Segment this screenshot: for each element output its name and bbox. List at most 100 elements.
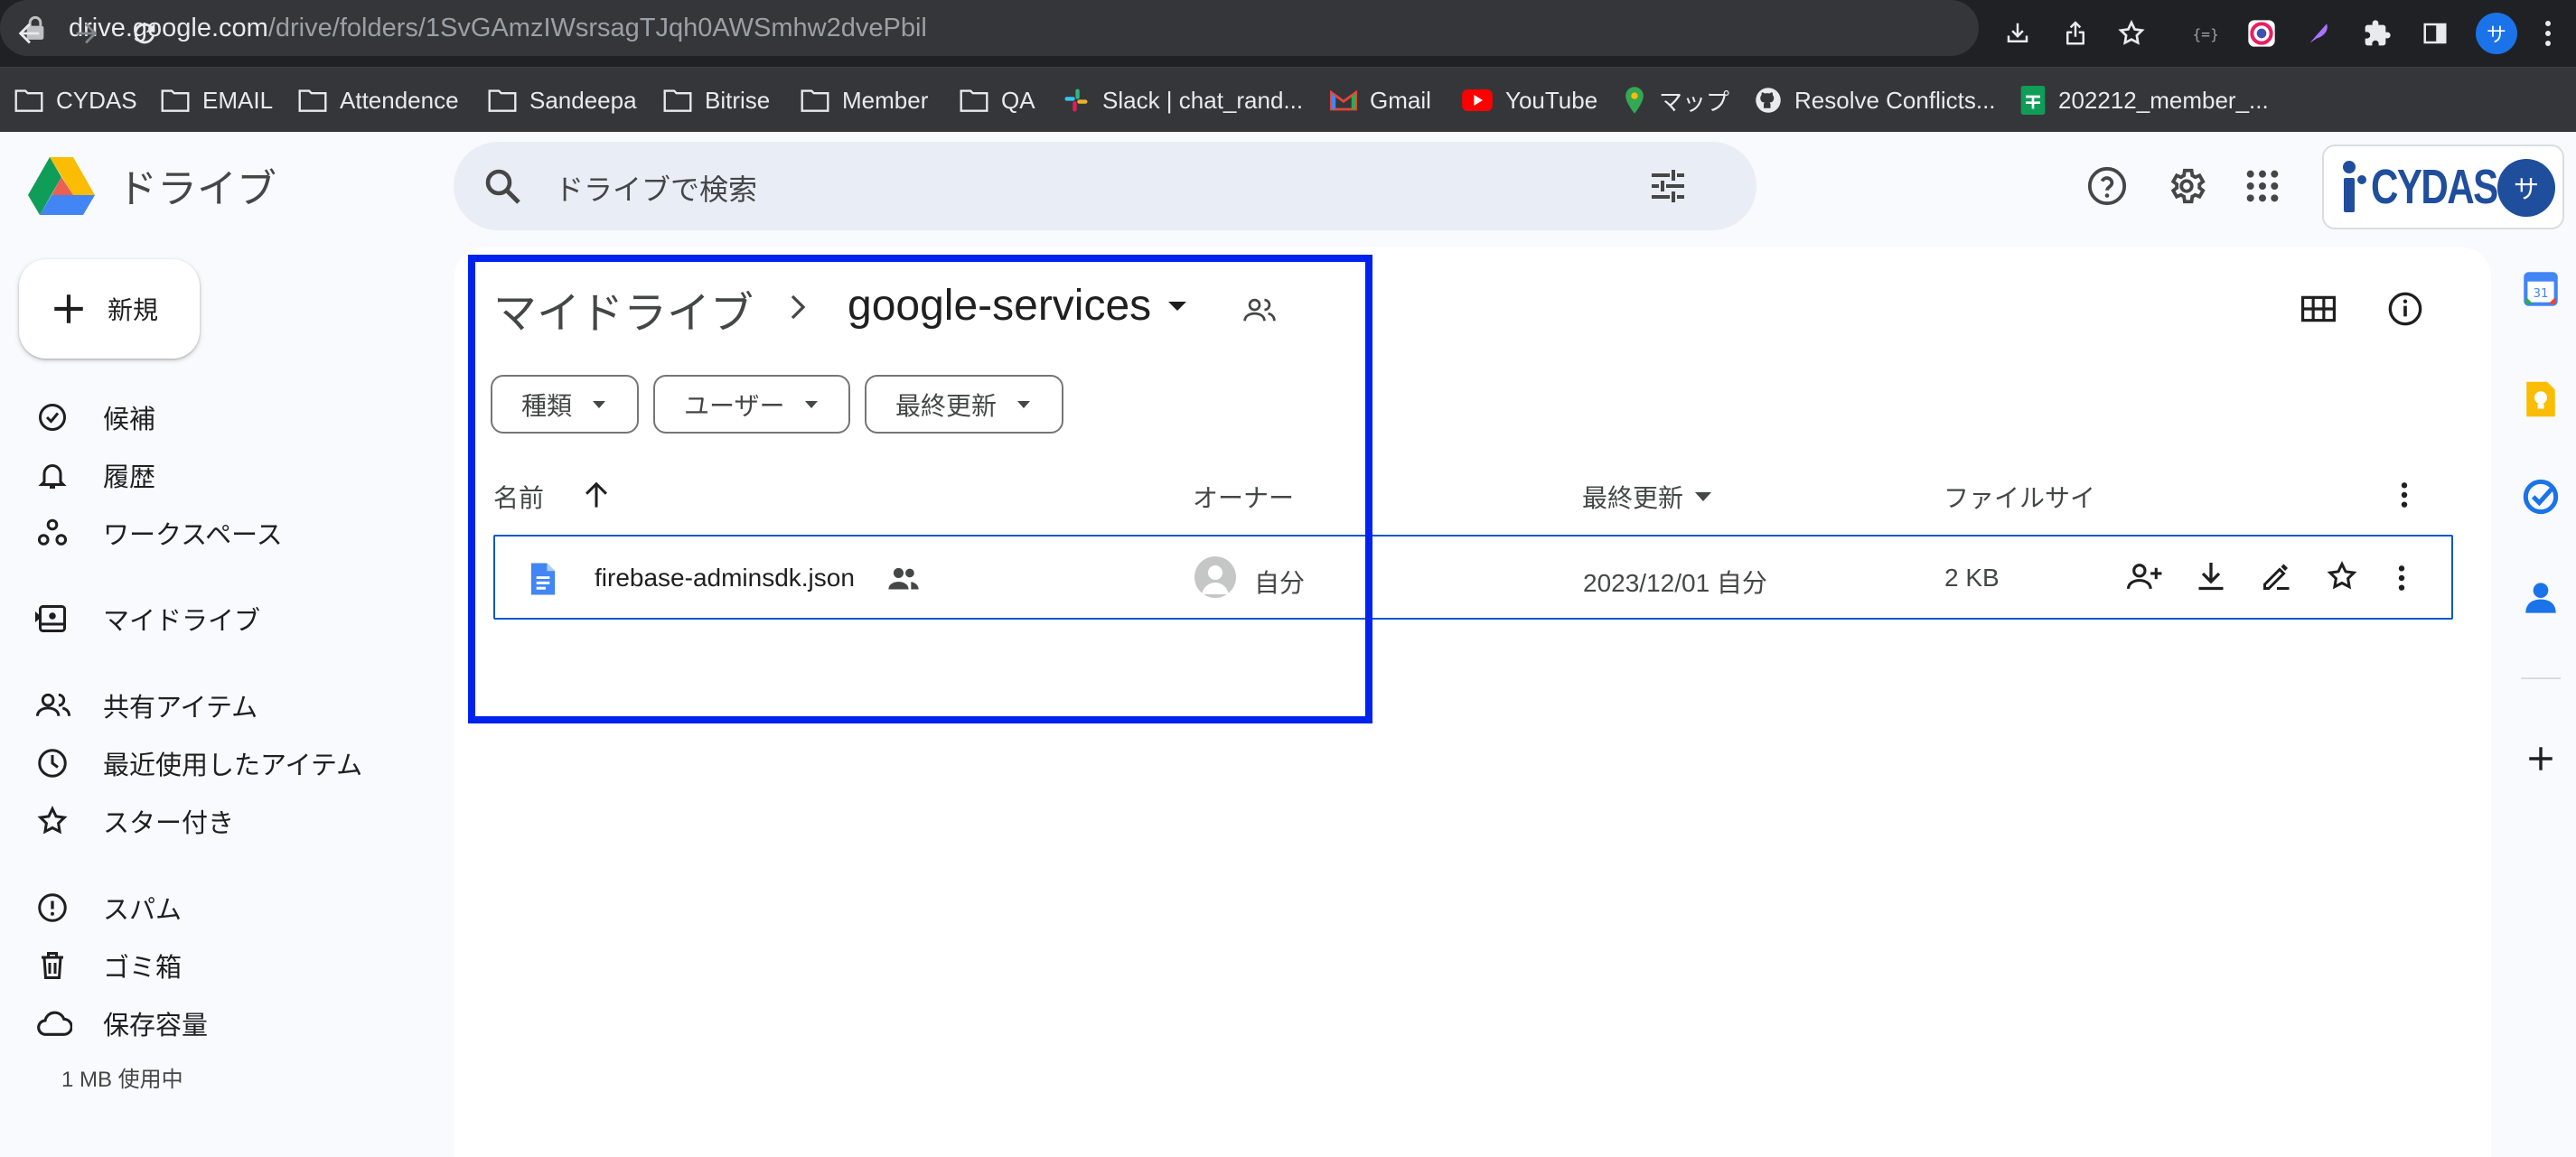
search-options-button[interactable] <box>1646 164 1690 208</box>
bookmark-folder-bitrise[interactable]: Bitrise <box>663 68 770 133</box>
help-icon <box>2087 166 2127 206</box>
new-button[interactable]: 新規 <box>19 259 200 359</box>
keep-icon <box>2526 381 2555 417</box>
extension-brackets-icon: {=} <box>2193 25 2218 42</box>
nav-item-starred[interactable]: スター付き <box>36 795 416 847</box>
rename-button[interactable] <box>2261 560 2293 592</box>
extension-3[interactable] <box>2299 13 2340 54</box>
keep-app-button[interactable] <box>2514 372 2568 426</box>
bookmark-folder-qa[interactable]: QA <box>960 68 1035 133</box>
bookmark-youtube[interactable]: YouTube <box>1462 68 1597 133</box>
install-app-button[interactable] <box>1997 13 2038 54</box>
nav-item-workspace[interactable]: ワークスペース <box>36 507 416 559</box>
extension-2[interactable] <box>2241 13 2282 54</box>
search-box[interactable]: ドライブで検索 <box>454 142 1756 230</box>
file-more-actions-button[interactable] <box>2396 564 2407 592</box>
svg-text:{=}: {=} <box>2193 25 2218 42</box>
github-icon <box>1756 88 1781 113</box>
bookmark-maps[interactable]: マップ <box>1623 68 1729 133</box>
column-header-size[interactable]: ファイルサイ <box>1944 479 2095 515</box>
nav-item-storage[interactable]: 保存容量 <box>36 997 416 1050</box>
nav-label: 最近使用したアイテム <box>103 751 363 780</box>
gmail-icon <box>1330 89 1357 111</box>
tasks-app-button[interactable] <box>2514 470 2568 524</box>
profile-initial: サ <box>2486 23 2506 46</box>
drive-brand-text: ドライブ <box>117 167 276 211</box>
nav-item-shared[interactable]: 共有アイテム <box>36 679 416 732</box>
file-size: 2 KB <box>1944 564 2000 592</box>
maps-pin-icon <box>1625 87 1644 114</box>
url-text: drive.google.com/drive/folders/1SvGAmzIW… <box>69 13 927 42</box>
folder-icon <box>14 89 43 112</box>
extensions-button[interactable] <box>2356 13 2398 54</box>
star-outline-icon <box>2118 19 2145 45</box>
nav-item-my-drive[interactable]: マイドライブ <box>36 592 416 645</box>
storage-usage-text: 1 MB 使用中 <box>61 1068 183 1092</box>
more-icon <box>2398 565 2405 591</box>
settings-button[interactable] <box>2154 154 2219 219</box>
apps-button[interactable] <box>2230 154 2295 219</box>
nav-item-suggested[interactable]: 候補 <box>36 391 416 443</box>
cydas-logo-icon <box>2343 161 2366 212</box>
star-button[interactable] <box>2326 560 2358 592</box>
color-picker-extension-icon <box>2248 20 2275 47</box>
nav-label: 履歴 <box>103 463 156 492</box>
bookmark-folder-sandeepa[interactable]: Sandeepa <box>488 68 637 133</box>
workspaces-icon <box>37 518 68 546</box>
bookmark-folder-cydas[interactable]: CYDAS <box>14 68 137 133</box>
grid-view-button[interactable] <box>2286 276 2351 341</box>
star-icon <box>2327 561 2357 590</box>
column-header-modified[interactable]: 最終更新 <box>1582 479 1712 515</box>
puzzle-icon <box>2365 20 2391 46</box>
browser-menu-button[interactable] <box>2530 14 2566 52</box>
download-button[interactable] <box>2196 560 2226 592</box>
address-bar[interactable]: drive.google.com/drive/folders/1SvGAmzIW… <box>0 0 1979 56</box>
youtube-icon <box>1462 89 1493 111</box>
bookmark-folder-email[interactable]: EMAIL <box>161 68 273 133</box>
calendar-icon: 31 <box>2524 272 2558 306</box>
browser-profile-avatar[interactable]: サ <box>2476 13 2517 54</box>
extension-1[interactable]: {=} <box>2183 13 2225 54</box>
account-avatar[interactable]: サ <box>2497 159 2555 217</box>
nav-item-recent[interactable]: 最近使用したアイテム <box>36 737 416 789</box>
share-button[interactable] <box>2127 560 2163 592</box>
details-button[interactable] <box>2373 276 2438 341</box>
drive-logo[interactable]: ドライブ <box>27 155 276 215</box>
forward-button[interactable] <box>61 8 112 59</box>
my-drive-icon <box>39 605 66 632</box>
info-icon <box>2388 292 2422 326</box>
folder-icon <box>663 89 692 112</box>
bookmark-gmail[interactable]: Gmail <box>1330 68 1431 133</box>
sort-dropdown-icon <box>1695 492 1712 501</box>
bookmark-star-button[interactable] <box>2111 13 2152 54</box>
share-page-button[interactable] <box>2055 13 2096 54</box>
get-addons-button[interactable] <box>2514 732 2568 786</box>
bookmark-sheet[interactable]: 202212_member_... <box>2020 68 2269 133</box>
bookmark-folder-attendence[interactable]: Attendence <box>298 68 459 133</box>
side-panel-button[interactable] <box>2414 13 2456 54</box>
nav-label: ゴミ箱 <box>103 954 183 983</box>
trash-icon <box>42 952 63 979</box>
bookmark-github[interactable]: Resolve Conflicts... <box>1755 68 1996 133</box>
bookmark-folder-member[interactable]: Member <box>801 68 928 133</box>
file-modified: 2023/12/01 自分 <box>1583 569 1767 597</box>
contacts-app-button[interactable] <box>2514 571 2568 625</box>
bookmark-slack[interactable]: Slack | chat_rand... <box>1063 68 1303 133</box>
nav-item-activity[interactable]: 履歴 <box>36 449 416 501</box>
nav-label: 保存容量 <box>103 1012 209 1040</box>
reload-button[interactable] <box>119 8 170 59</box>
column-options-button[interactable] <box>2399 481 2410 509</box>
nav-item-spam[interactable]: スパム <box>36 882 416 934</box>
back-button[interactable] <box>4 8 54 59</box>
bookmarks-bar: CYDAS EMAIL Attendence Sandeepa Bitrise … <box>0 67 2576 132</box>
share-icon <box>2127 564 2162 590</box>
slack-icon <box>1064 89 1088 112</box>
search-button[interactable] <box>481 164 524 208</box>
back-icon <box>18 23 40 44</box>
account-switcher[interactable]: CYDAS サ <box>2322 145 2564 229</box>
nav-item-trash[interactable]: ゴミ箱 <box>36 939 416 992</box>
install-icon <box>2007 23 2028 42</box>
share-page-icon <box>2066 21 2084 45</box>
help-button[interactable] <box>2075 154 2140 219</box>
calendar-app-button[interactable]: 31 <box>2514 262 2568 316</box>
